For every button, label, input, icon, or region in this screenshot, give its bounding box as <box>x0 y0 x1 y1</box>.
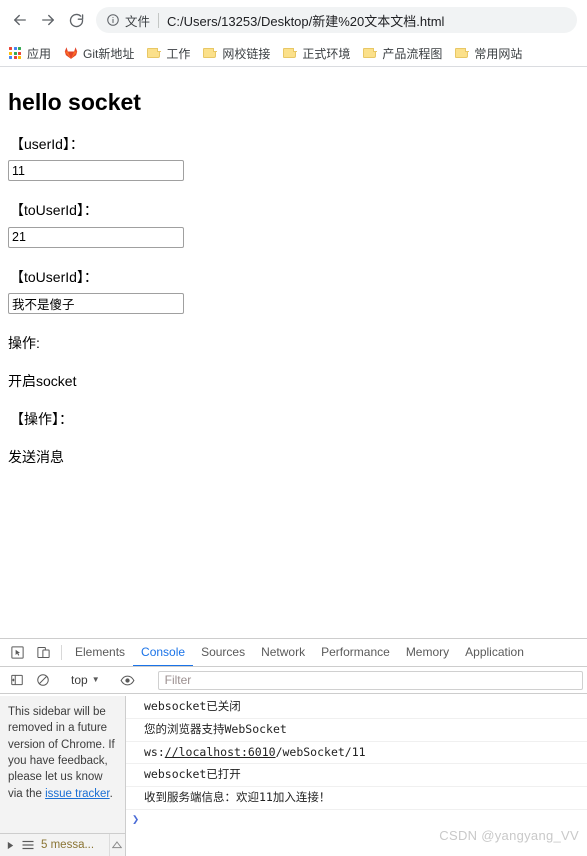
inspect-element-button[interactable] <box>4 639 30 666</box>
address-bar[interactable]: 文件 C:/Users/13253/Desktop/新建%20文本文档.html <box>96 7 577 33</box>
folder-icon <box>363 47 378 59</box>
bookmark-folder-product-flow[interactable]: 产品流程图 <box>363 45 442 62</box>
bookmark-label: Git新地址 <box>83 46 135 61</box>
bookmark-git[interactable]: Git新地址 <box>64 45 134 62</box>
scroll-up-icon <box>112 841 122 849</box>
eye-icon <box>120 675 135 685</box>
console-context-select[interactable]: top ▼ <box>67 673 104 687</box>
console-row-link[interactable]: //localhost:6010 <box>165 745 276 759</box>
tab-network[interactable]: Network <box>253 639 313 666</box>
console-context-value: top <box>71 673 88 687</box>
clear-console-button[interactable] <box>30 673 56 687</box>
forward-button[interactable] <box>34 6 62 34</box>
tab-application[interactable]: Application <box>457 639 532 666</box>
bookmark-folder-school-links[interactable]: 网校链接 <box>203 45 270 62</box>
live-expression-button[interactable] <box>115 673 141 688</box>
to-user-id-input[interactable] <box>8 226 184 248</box>
console-sidebar-notice: This sidebar will be removed in a future… <box>0 696 126 833</box>
console-sidebar-toggle-button[interactable] <box>4 673 30 687</box>
folder-icon <box>203 47 218 59</box>
bookmark-label: 常用网站 <box>474 46 523 61</box>
address-divider <box>158 12 160 28</box>
device-toolbar-button[interactable] <box>30 639 56 666</box>
tab-console[interactable]: Console <box>133 639 194 666</box>
to-user-id-label: 【toUserId】： <box>10 202 98 219</box>
bookmark-label: 产品流程图 <box>382 46 443 61</box>
open-socket-action[interactable]: 开启socket <box>8 372 579 390</box>
expand-sidebar-button[interactable] <box>6 841 15 850</box>
operations-heading: 操作: <box>8 334 40 351</box>
bookmark-folder-production[interactable]: 正式环境 <box>283 45 350 62</box>
folder-icon <box>283 47 298 59</box>
user-id-label: 【userId】： <box>10 136 84 153</box>
triangle-right-icon <box>7 841 14 849</box>
reload-icon <box>69 13 83 27</box>
bookmark-label: 工作 <box>166 46 191 61</box>
message-list-icon-button[interactable] <box>22 840 34 850</box>
folder-icon <box>147 47 162 59</box>
devtools-tabbar: Elements Console Sources Network Perform… <box>0 639 587 667</box>
message-input[interactable] <box>8 292 184 314</box>
console-filterbar: top ▼ <box>0 667 587 694</box>
tab-sources[interactable]: Sources <box>193 639 253 666</box>
gitlab-fox-icon <box>64 46 78 60</box>
reload-button[interactable] <box>62 6 90 34</box>
devtools-tabbar-divider <box>61 645 62 660</box>
console-filter-input[interactable] <box>157 670 583 690</box>
sidebar-notice-text-2: . <box>109 787 113 800</box>
console-row-suffix: /webSocket/11 <box>275 744 366 759</box>
list-icon <box>22 840 34 850</box>
screenshot-root: 文件 C:/Users/13253/Desktop/新建%20文本文档.html… <box>0 0 587 856</box>
console-row: 收到服务端信息：欢迎11加入连接！ <box>126 787 587 811</box>
page-viewport: hello socket 【userId】： 【toUserId】： 【toUs… <box>0 68 587 638</box>
issue-tracker-link[interactable]: issue tracker <box>45 788 110 800</box>
bookmark-folder-common-sites[interactable]: 常用网站 <box>455 45 522 62</box>
console-row: ws://localhost:6010/webSocket/11 <box>126 742 587 765</box>
arrow-left-icon <box>14 14 26 26</box>
back-button[interactable] <box>6 6 34 34</box>
console-row: websocket已关闭 <box>126 696 587 719</box>
send-message-action[interactable]: 发送消息 <box>8 448 579 466</box>
tab-memory[interactable]: Memory <box>398 639 457 666</box>
bookmark-folder-work[interactable]: 工作 <box>147 45 190 62</box>
console-row: websocket已打开 <box>126 764 587 788</box>
console-statusbar: 5 messa... <box>0 833 126 856</box>
user-id-input[interactable] <box>8 160 184 182</box>
tab-performance[interactable]: Performance <box>313 639 398 666</box>
inspect-element-icon <box>10 646 24 659</box>
apps-grid-icon <box>8 46 22 60</box>
info-circle-icon[interactable] <box>106 13 120 27</box>
arrow-right-icon <box>42 14 54 26</box>
console-row: 您的浏览器支持WebSocket <box>126 719 587 742</box>
bookmark-label: 应用 <box>27 46 52 61</box>
prompt-chevron-icon: ❯ <box>132 812 140 827</box>
scroll-up-button[interactable] <box>109 834 124 856</box>
bookmarks-bar: 应用 Git新地址 工作 网校链接 正式环境 产品流程图 常用网站 <box>0 40 587 67</box>
show-console-sidebar-icon <box>11 674 23 686</box>
page-title: hello socket <box>8 89 141 115</box>
address-url-text: C:/Users/13253/Desktop/新建%20文本文档.html <box>167 13 445 29</box>
bookmark-label: 网校链接 <box>222 46 271 61</box>
clear-console-icon <box>37 674 49 686</box>
device-toolbar-icon <box>36 647 50 658</box>
operations-bracket-heading: 【操作】： <box>10 411 73 428</box>
console-message-list[interactable]: websocket已关闭 您的浏览器支持WebSocket ws://local… <box>126 696 587 833</box>
sidebar-notice-text-1: This sidebar will be removed in a future… <box>8 706 115 800</box>
bookmark-label: 正式环境 <box>302 46 351 61</box>
browser-toolbar: 文件 C:/Users/13253/Desktop/新建%20文本文档.html <box>0 0 587 40</box>
message-count-label[interactable]: 5 messa... <box>41 839 94 851</box>
address-scheme-label: 文件 <box>125 14 151 29</box>
devtools-panel: Elements Console Sources Network Perform… <box>0 638 587 856</box>
message-label: 【toUserId】： <box>10 268 98 285</box>
watermark: CSDN @yangyang_VV <box>439 828 579 843</box>
chevron-down-icon: ▼ <box>91 675 100 684</box>
bookmark-apps[interactable]: 应用 <box>8 45 51 62</box>
console-body: This sidebar will be removed in a future… <box>0 696 587 833</box>
console-input-prompt[interactable]: ❯ <box>126 810 587 828</box>
console-row-prefix: ws: <box>144 744 165 759</box>
tab-elements[interactable]: Elements <box>67 639 133 666</box>
folder-icon <box>455 47 470 59</box>
